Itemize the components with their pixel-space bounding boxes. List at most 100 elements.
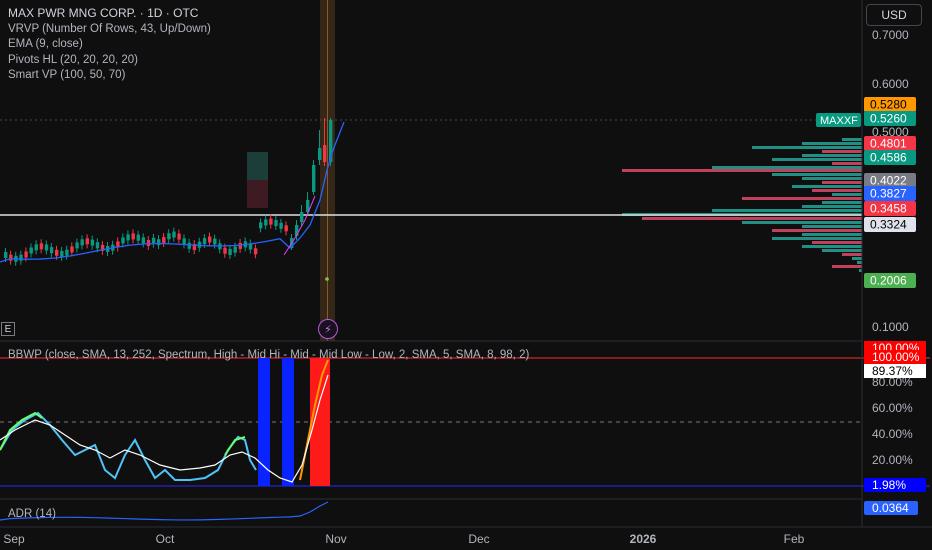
volume-profile-bar [832, 193, 862, 196]
candle [279, 222, 283, 229]
candle [269, 218, 273, 225]
price-badge-label: 0.4586 [870, 151, 907, 165]
price-badge-label: 0.3324 [870, 218, 907, 232]
stop-zone [247, 180, 268, 208]
volume-profile-bar [832, 162, 862, 165]
candle [60, 250, 64, 257]
osc-badge-label: 1.98% [872, 478, 906, 492]
candle [90, 239, 95, 246]
candle [70, 246, 74, 253]
candle [80, 239, 84, 246]
candle [259, 222, 263, 229]
price-badge-label: 0.2006 [870, 274, 907, 288]
volume-profile-bar [802, 233, 862, 236]
bbwp-extreme-bar [282, 358, 294, 486]
volume-profile-bar [842, 253, 862, 256]
candle [39, 243, 44, 250]
candle [264, 219, 268, 226]
volume-profile-bar [742, 197, 862, 200]
price-badge-label: 0.3458 [870, 202, 907, 216]
candle [318, 148, 322, 160]
candle [177, 233, 181, 240]
candle [151, 237, 156, 244]
candle [228, 248, 232, 255]
candle [55, 249, 59, 256]
candle [284, 225, 288, 232]
currency-button[interactable]: USD [866, 4, 922, 26]
candle [274, 220, 278, 227]
candle [238, 242, 242, 249]
volume-profile-bar [772, 158, 862, 161]
indicator-pivots[interactable]: Pivots HL (20, 20, 20, 20) [8, 53, 211, 69]
price-tick-label: 0.7000 [872, 28, 909, 42]
candle [95, 242, 100, 249]
price-tick-label: 0.1000 [872, 320, 909, 334]
lightning-bolt-icon[interactable]: ⚡ [318, 319, 338, 339]
candle [141, 237, 146, 244]
candle [121, 237, 125, 244]
volume-profile-bar [802, 142, 862, 145]
osc-badge-label: 100.00% [872, 350, 920, 364]
volume-profile-bar [802, 245, 862, 248]
osc-tick-label: 40.00% [872, 427, 913, 441]
osc-badge-label: 89.37% [872, 364, 913, 378]
price-badge-label: 0.3827 [870, 187, 907, 201]
price-tick-label: 0.6000 [872, 77, 909, 91]
time-axis-label: Sep [3, 532, 25, 546]
indicator-smart-vp[interactable]: Smart VP (100, 50, 70) [8, 68, 211, 84]
candle [65, 249, 69, 256]
candle [253, 248, 258, 255]
candle [29, 247, 33, 254]
volume-profile-bar [642, 217, 862, 220]
volume-profile-bar [842, 138, 862, 141]
candle [49, 247, 54, 254]
candle [213, 238, 217, 245]
candle [202, 238, 207, 245]
candle [300, 212, 304, 222]
candle [34, 244, 38, 251]
volume-profile-bar [622, 169, 862, 172]
volume-profile-bar [812, 189, 862, 192]
volume-profile-bar [822, 181, 862, 184]
time-axis-label: Nov [325, 532, 346, 546]
candle [75, 242, 79, 249]
time-axis-label: 2026 [630, 532, 657, 546]
indicator-ema[interactable]: EMA (9, close) [8, 37, 211, 53]
volume-profile-bar [822, 150, 862, 153]
candle [167, 233, 171, 240]
earnings-marker[interactable]: E [1, 322, 15, 336]
adr-legend[interactable]: ADR (14) [8, 508, 56, 520]
volume-profile-bar [792, 185, 862, 188]
bbwp-legend[interactable]: BBWP (close, SMA, 13, 252, Spectrum, Hig… [8, 349, 529, 361]
candle [223, 247, 227, 254]
candle [136, 234, 140, 241]
chart-legend: MAX PWR MNG CORP. · 1D · OTC VRVP (Numbe… [8, 6, 211, 84]
candle [44, 244, 49, 251]
volume-profile-bar [822, 249, 862, 252]
candle [233, 246, 237, 253]
candle [157, 239, 161, 246]
time-axis-label: Feb [784, 532, 805, 546]
time-axis-label: Dec [468, 532, 489, 546]
indicator-vrvp[interactable]: VRVP (Number Of Rows, 43, Up/Down) [8, 22, 211, 38]
price-badge-label: 0.4801 [870, 137, 907, 151]
volume-profile-bar [822, 201, 862, 204]
price-badge-label: 0.5260 [870, 112, 907, 126]
symbol-title[interactable]: MAX PWR MNG CORP. · 1D · OTC [8, 6, 211, 22]
osc-tick-label: 60.00% [872, 401, 913, 415]
volume-profile-bar [857, 261, 862, 264]
candle [323, 145, 327, 162]
volume-profile-bar [712, 166, 862, 169]
candle [172, 231, 176, 238]
volume-profile-bar [802, 205, 862, 208]
candle [208, 236, 212, 243]
volume-profile-bar [802, 177, 862, 180]
osc-tick-label: 20.00% [872, 453, 913, 467]
target-zone [247, 152, 268, 180]
volume-profile-bar [852, 257, 862, 260]
adr-badge-label: 0.0364 [872, 501, 909, 515]
volume-profile-bar [802, 154, 862, 157]
volume-profile-bar [812, 241, 862, 244]
candle [9, 254, 13, 261]
pivot-dot [325, 277, 329, 281]
